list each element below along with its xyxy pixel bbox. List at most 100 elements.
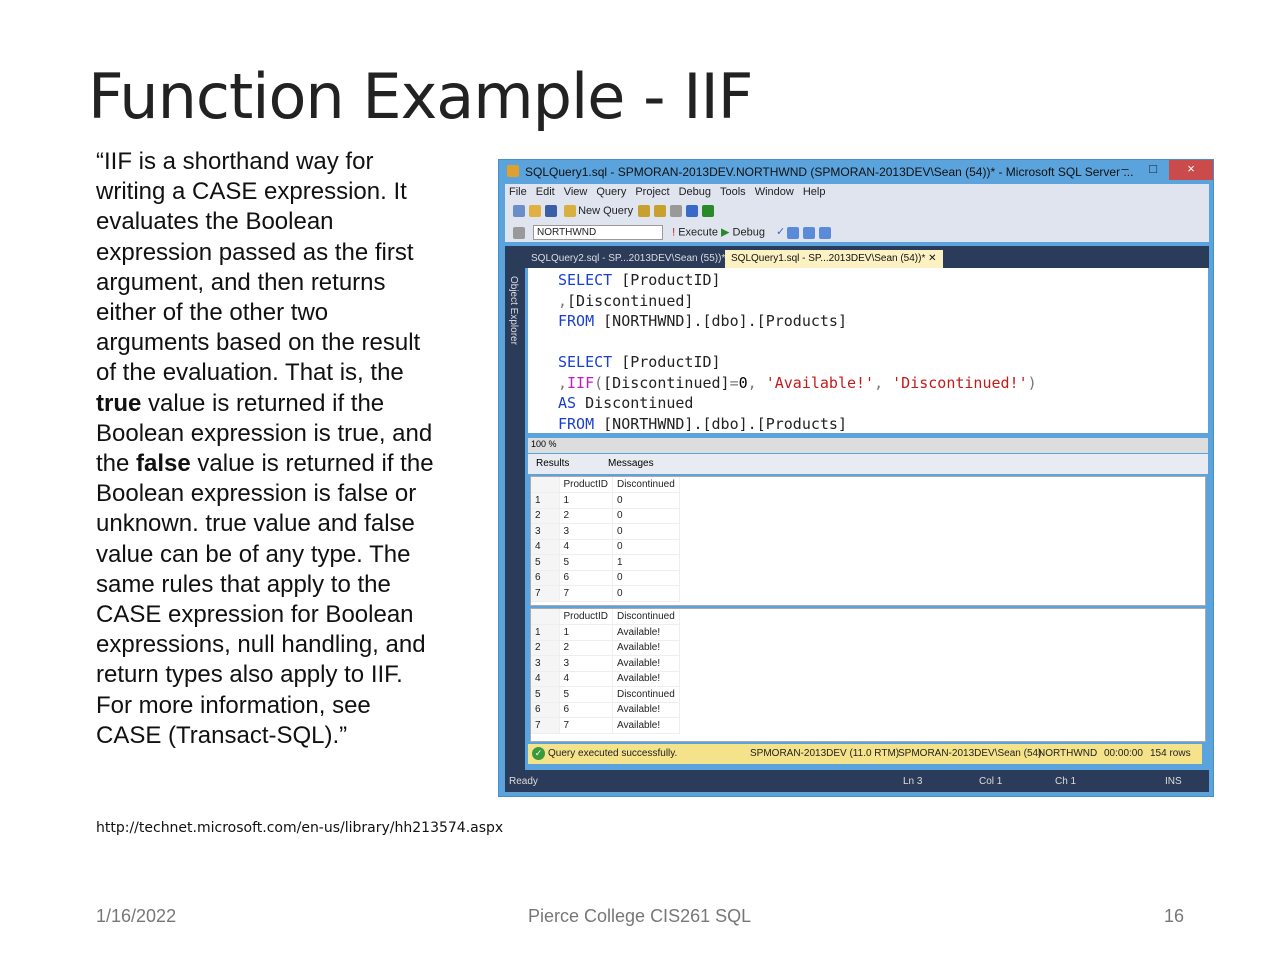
new-project-icon[interactable]	[513, 205, 525, 218]
table-cell[interactable]: Available!	[612, 671, 680, 687]
table-cell[interactable]: Available!	[612, 640, 680, 656]
table-cell[interactable]: 1	[559, 624, 613, 641]
table-row[interactable]: 3 3 Available!	[531, 655, 680, 672]
menu-edit[interactable]: Edit	[536, 186, 555, 198]
table-row[interactable]: 1 1 Available!	[531, 624, 680, 641]
menu-query[interactable]: Query	[596, 186, 626, 198]
table-cell[interactable]: 6	[559, 702, 613, 718]
object-explorer-pane[interactable]: Object Explorer	[505, 246, 525, 786]
line-number: Ln 3	[903, 776, 923, 787]
table-cell[interactable]: 1	[612, 554, 680, 571]
close-button[interactable]: ×	[1169, 160, 1213, 180]
table-cell[interactable]: 0	[612, 585, 680, 602]
body-bold-true: true	[96, 389, 142, 417]
table-cell[interactable]: 3	[559, 523, 613, 540]
menu-view[interactable]: View	[564, 186, 588, 198]
table-cell[interactable]: 5	[559, 554, 613, 571]
table-row[interactable]: 440	[531, 539, 680, 555]
start-icon[interactable]	[702, 205, 715, 218]
tab-sqlquery1[interactable]: SQLQuery1.sql - SP...2013DEV\Sean (54))*…	[725, 250, 943, 268]
table-cell[interactable]: Available!	[612, 655, 680, 672]
debug-icon: ▶	[721, 226, 730, 239]
query-icon[interactable]	[654, 205, 667, 218]
open-icon[interactable]	[529, 205, 541, 218]
table-row[interactable]: 5 5 Discontinued	[531, 686, 680, 703]
query-status-bar: ✓ Query executed successfully. SPMORAN-2…	[528, 744, 1202, 764]
table-cell[interactable]: Discontinued	[612, 686, 680, 703]
menu-help[interactable]: Help	[803, 186, 826, 198]
tab-sqlquery2[interactable]: SQLQuery2.sql - SP...2013DEV\Sean (55))*	[525, 250, 731, 268]
table-row[interactable]: 770	[531, 585, 680, 602]
table-row[interactable]: 2 2 Available!	[531, 640, 680, 656]
new-query-button[interactable]: New Query	[578, 205, 633, 217]
zoom-level-select[interactable]: 100 %	[528, 438, 1208, 453]
database-select[interactable]: NORTHWND	[533, 225, 663, 240]
menu-file[interactable]: File	[509, 186, 527, 198]
tab-results[interactable]: Results	[536, 458, 569, 469]
menu-debug[interactable]: Debug	[679, 186, 711, 198]
footer-date: 1/16/2022	[96, 906, 177, 926]
minimize-button[interactable]: –	[1111, 160, 1139, 180]
row-number: 5	[531, 554, 560, 571]
menu-project[interactable]: Project	[635, 186, 669, 198]
close-tab-icon[interactable]: ✕	[928, 253, 936, 264]
table-cell[interactable]: 2	[559, 640, 613, 656]
table-cell[interactable]: 0	[612, 508, 680, 524]
menu-tools[interactable]: Tools	[720, 186, 746, 198]
table-cell[interactable]: 1	[559, 492, 613, 509]
column-header[interactable]: Discontinued	[612, 477, 680, 493]
results-grid-2[interactable]: ProductID Discontinued 1 1 Available! 2 2 Avail…	[530, 608, 1206, 742]
table-cell[interactable]: 7	[559, 717, 613, 734]
menu-window[interactable]: Window	[755, 186, 794, 198]
table-cell[interactable]: Available!	[612, 702, 680, 718]
save-icon[interactable]	[545, 205, 557, 218]
parse-check-icon[interactable]: ✓	[776, 226, 785, 238]
table-cell[interactable]: 2	[559, 508, 613, 524]
table-row[interactable]: 110	[531, 492, 680, 509]
status-database: NORTHWND	[1038, 748, 1098, 759]
execute-button[interactable]: Execute	[678, 226, 718, 238]
table-cell[interactable]: 0	[612, 523, 680, 540]
table-row[interactable]: 220	[531, 508, 680, 524]
table-row[interactable]: 660	[531, 570, 680, 586]
comment-icon[interactable]	[819, 226, 832, 239]
new-query-icon[interactable]	[564, 205, 577, 218]
table-cell[interactable]: 0	[612, 570, 680, 586]
table-row[interactable]: 7 7 Available!	[531, 717, 680, 734]
table-cell[interactable]: Available!	[612, 624, 680, 641]
table-cell[interactable]: 4	[559, 671, 613, 687]
undo-icon[interactable]	[686, 205, 699, 218]
table-cell[interactable]: 5	[559, 686, 613, 703]
table-row[interactable]: 6 6 Available!	[531, 702, 680, 718]
table-cell[interactable]: 6	[559, 570, 613, 586]
column-header[interactable]: ProductID	[559, 477, 613, 493]
success-check-icon: ✓	[532, 747, 545, 760]
table-cell[interactable]: 0	[612, 539, 680, 555]
table-row[interactable]: 330	[531, 523, 680, 540]
column-header[interactable]: Discontinued	[612, 609, 680, 625]
maximize-button[interactable]: □	[1139, 160, 1167, 180]
table-cell[interactable]: 0	[612, 492, 680, 509]
table-row[interactable]: 4 4 Available!	[531, 671, 680, 687]
results-grid-icon[interactable]	[803, 226, 816, 239]
query-icon[interactable]	[638, 205, 651, 218]
connect-icon[interactable]	[513, 226, 525, 239]
slide-title: Function Example - IIF	[88, 60, 753, 133]
table-cell[interactable]: 4	[559, 539, 613, 555]
table-row[interactable]: 551	[531, 554, 680, 571]
column-header[interactable]: ProductID	[559, 609, 613, 625]
code-editor[interactable]: SELECT [ProductID] ,[Discontinued] FROM …	[528, 268, 1208, 433]
debug-button[interactable]: Debug	[733, 226, 765, 238]
results-tabs: Results Messages	[528, 454, 1208, 474]
tab-messages[interactable]: Messages	[608, 458, 654, 469]
table-cell[interactable]: 3	[559, 655, 613, 672]
document-tabs: SQLQuery2.sql - SP...2013DEV\Sean (55))*…	[525, 246, 1209, 268]
table-cell[interactable]: Available!	[612, 717, 680, 734]
status-user: SPMORAN-2013DEV\Sean (54)	[898, 748, 1042, 759]
cut-icon[interactable]	[670, 205, 683, 218]
table-cell[interactable]: 7	[559, 585, 613, 602]
results-grid-1[interactable]: ProductID Discontinued 1 1 0 2 2 0 3 3 0 4 4 0 5 5 1 6 6 0 7…	[530, 476, 1206, 606]
source-link[interactable]: http://technet.microsoft.com/en-us/libra…	[96, 820, 503, 836]
status-time: 00:00:00	[1104, 748, 1143, 759]
results-icon[interactable]	[787, 226, 800, 239]
